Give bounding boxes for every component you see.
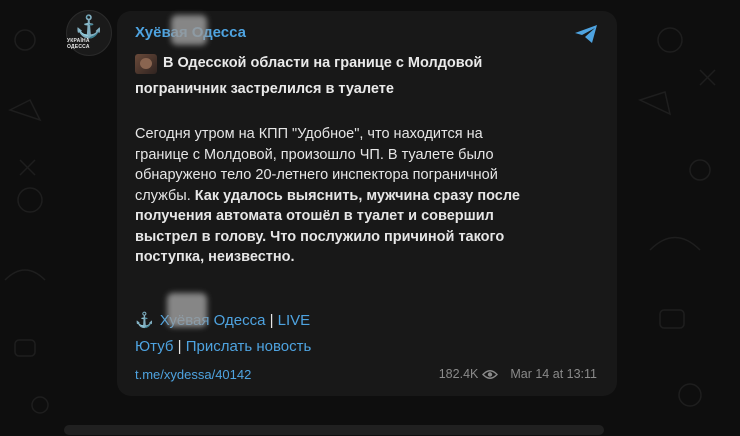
- share-icon[interactable]: [573, 23, 599, 45]
- body-line: выстрел в голову. Что послужило причиной…: [135, 228, 505, 245]
- next-message-edge: [64, 425, 604, 435]
- emoji-face-image: [135, 54, 157, 74]
- post-date: Mar 14 at 13:11: [510, 367, 597, 381]
- redaction-blur: [167, 293, 207, 327]
- signature-line1: ⚓ Хуёвая Одесса | LIVE: [135, 312, 311, 329]
- body-line: границе с Молдовой, произошло ЧП. В туал…: [135, 146, 494, 163]
- post-title-line2: пограничник застрелился в туалете: [135, 81, 394, 97]
- redaction-blur: [171, 15, 207, 45]
- body-line: Сегодня утром на КПП "Удобное", что нахо…: [135, 126, 483, 142]
- body-line: обнаружено тело 20-летнего инспектора по…: [135, 167, 498, 183]
- eye-icon: [482, 369, 499, 379]
- post-meta: 182.4K Mar 14 at 13:11: [439, 367, 597, 381]
- post-title-line1: В Одесской области на границе с Молдовой: [163, 55, 483, 71]
- live-link[interactable]: LIVE: [278, 312, 311, 329]
- body-line: поступка, неизвестно.: [135, 249, 295, 265]
- avatar-label: УКРАЇНА ОДЕССА: [67, 37, 90, 50]
- anchor-icon: ⚓: [75, 13, 103, 39]
- body-line: службы. Как удалось выяснить, мужчина ср…: [135, 187, 520, 204]
- anchor-icon: ⚓: [135, 312, 154, 329]
- post-body: Сегодня утром на КПП "Удобное", что нахо…: [135, 124, 575, 268]
- channel-avatar[interactable]: ⚓ УКРАЇНА ОДЕССА: [66, 10, 112, 56]
- youtube-link[interactable]: Ютуб: [135, 338, 173, 355]
- message-bubble: Хуёвая Одесса В Одесской области на гран…: [117, 11, 617, 396]
- view-count: 182.4K: [438, 367, 479, 381]
- signature-line2: Ютуб | Прислать новость: [135, 338, 312, 355]
- post-link[interactable]: t.me/xydessa/40142: [135, 367, 251, 382]
- body-line: получения автомата отошёл в туалет и сов…: [135, 208, 494, 224]
- send-news-link[interactable]: Прислать новость: [186, 338, 312, 355]
